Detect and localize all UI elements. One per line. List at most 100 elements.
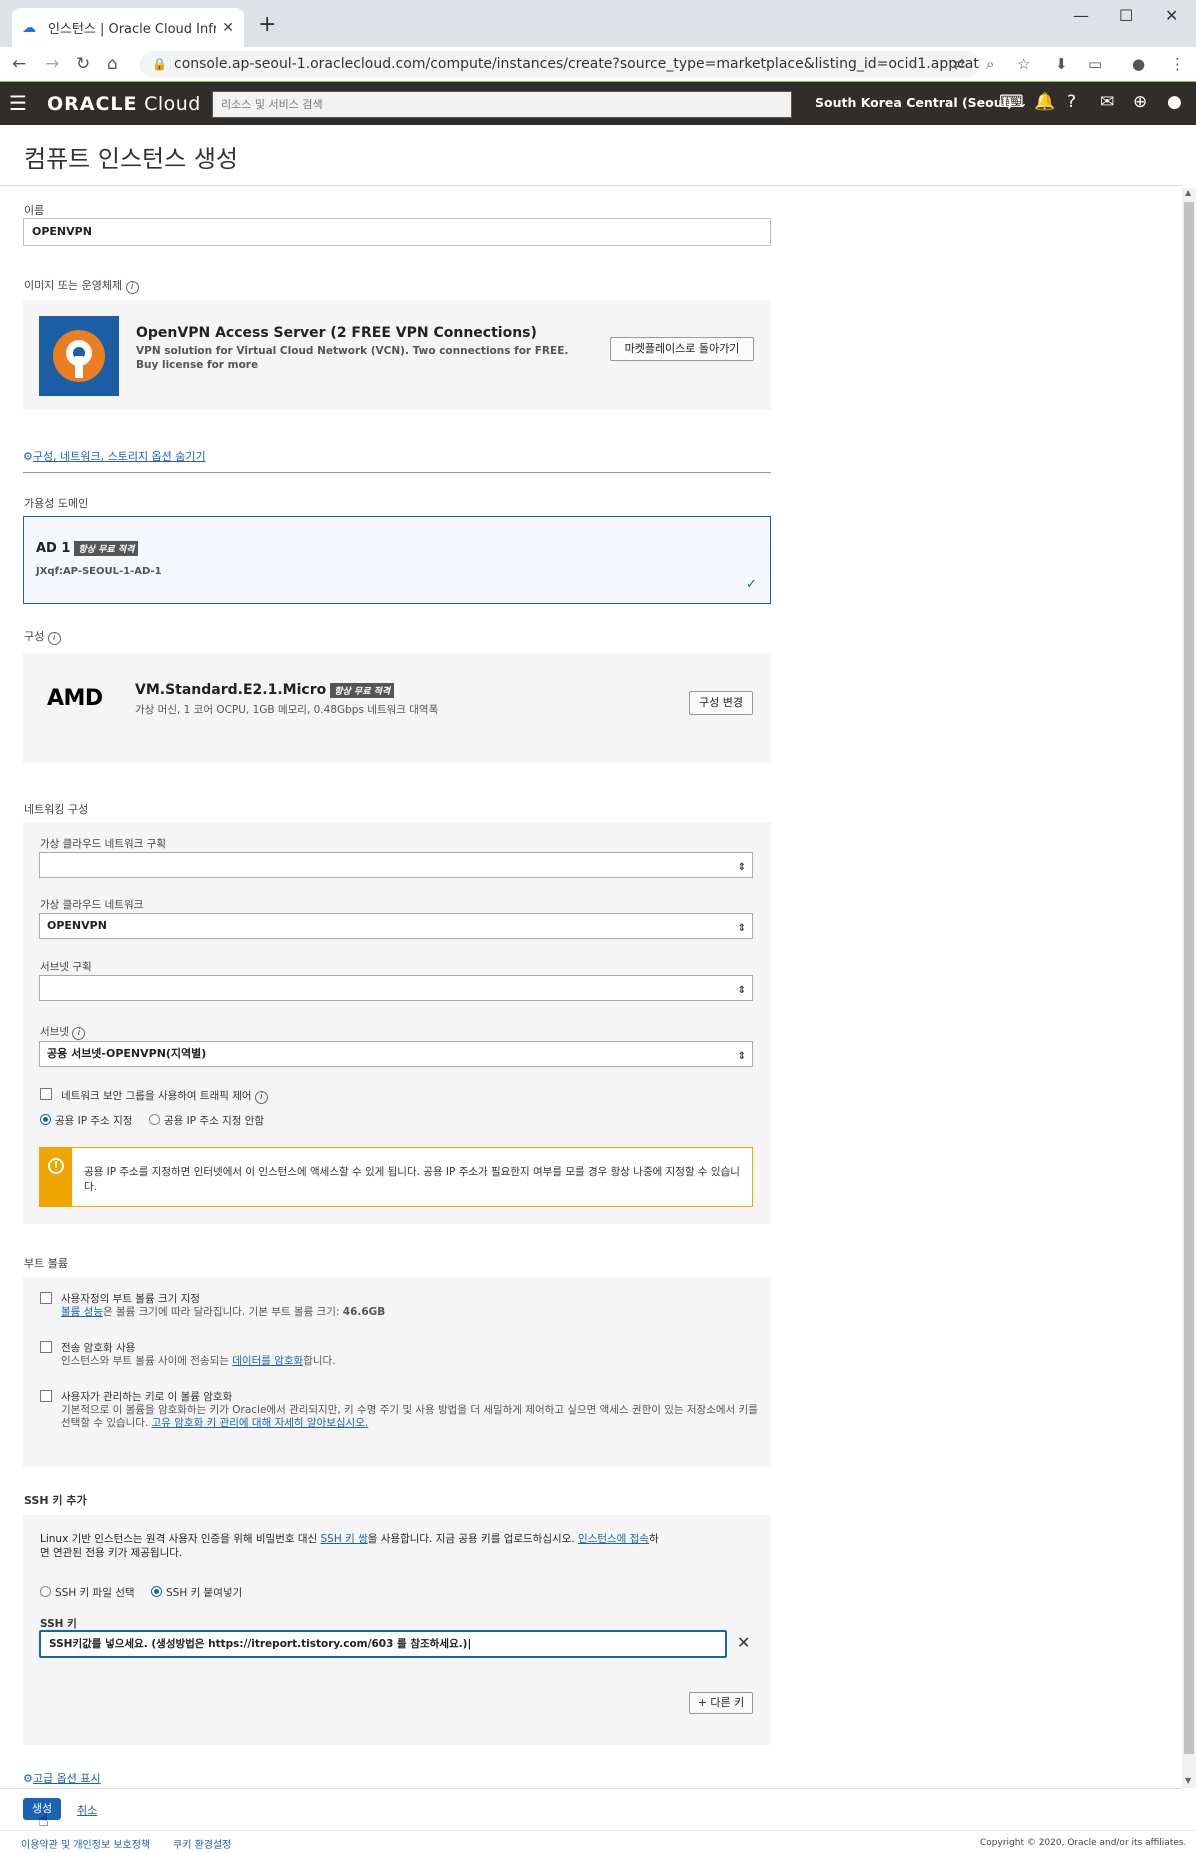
assign-public-ip-radio[interactable] — [40, 1114, 51, 1125]
vcn-compartment-select[interactable]: ⇕ — [39, 852, 753, 878]
scroll-up-icon[interactable]: ▲ — [1185, 188, 1191, 197]
encrypt-data-link[interactable]: 데이터를 암호화 — [232, 1355, 303, 1367]
image-description: VPN solution for Virtual Cloud Network (… — [136, 345, 569, 371]
back-to-marketplace-button[interactable]: 마켓플레이스로 돌아가기 — [610, 337, 754, 361]
customer-key-checkbox[interactable] — [40, 1390, 52, 1402]
help-icon[interactable]: ? — [1067, 92, 1076, 112]
profile-icon[interactable]: ● — [1132, 55, 1145, 73]
vcn-label: 가상 클라우드 네트워크 — [40, 899, 144, 911]
custom-boot-size-desc: 볼륨 성능은 볼륨 크기에 따라 달라집니다. 기본 부트 볼륨 크기: 46.… — [61, 1306, 386, 1318]
ssh-description: Linux 기반 인스턴스는 원격 사용자 인증을 위해 비밀번호 대신 SSH… — [40, 1533, 659, 1545]
no-public-ip-label: 공용 IP 주소 지정 안함 — [164, 1115, 265, 1127]
home-icon[interactable]: ⌂ — [107, 54, 118, 74]
lock-icon: 🔒 — [152, 57, 167, 71]
browser-tab[interactable]: ☁ 인스턴스 | Oracle Cloud Infrastr ✕ — [12, 8, 244, 47]
info-icon[interactable]: i — [72, 1027, 86, 1040]
menu-dots-icon[interactable]: ⋮ — [1170, 55, 1185, 73]
chat-icon[interactable]: ✉ — [1100, 92, 1114, 112]
ssh-file-label: SSH 키 파일 선택 — [55, 1587, 135, 1599]
forward-icon[interactable]: → — [45, 54, 59, 74]
translate-icon[interactable]: ⇄ — [953, 55, 966, 73]
info-icon[interactable]: i — [125, 281, 139, 294]
scrollbar-thumb[interactable] — [1184, 202, 1194, 1754]
warning-stripe: ! — [40, 1148, 72, 1206]
cancel-link[interactable]: 취소 — [77, 1802, 97, 1818]
zoom-icon[interactable]: ⌕ — [986, 55, 994, 73]
url-text: console.ap-seoul-1.oraclecloud.com/compu… — [174, 56, 980, 72]
ssh-keypair-link[interactable]: SSH 키 쌍 — [321, 1533, 368, 1545]
ssh-key-input[interactable]: SSH키값를 넣으세요. (생성방법은 https://itreport.tis… — [39, 1630, 727, 1658]
info-icon[interactable]: i — [47, 632, 61, 645]
ssh-file-radio[interactable] — [40, 1586, 51, 1597]
nsg-checkbox[interactable] — [40, 1088, 52, 1100]
page-scrollbar[interactable]: ▲ ▼ — [1182, 188, 1196, 1788]
subnet-compartment-select[interactable]: ⇕ — [39, 975, 753, 1001]
info-icon[interactable]: i — [254, 1091, 268, 1104]
download-extension-icon[interactable]: ⬇ — [1055, 55, 1068, 73]
close-tab-icon[interactable]: ✕ — [222, 20, 234, 36]
scroll-down-icon[interactable]: ▼ — [1185, 1776, 1191, 1785]
connect-instance-link[interactable]: 인스턴스에 접속 — [578, 1533, 649, 1545]
warning-text: 공용 IP 주소를 지정하면 인터넷에서 이 인스턴스에 액세스할 수 있게 됩… — [84, 1166, 740, 1193]
ssh-section-label: SSH 키 추가 — [24, 1494, 87, 1507]
custom-boot-size-checkbox[interactable] — [40, 1292, 52, 1304]
shape-name: VM.Standard.E2.1.Micro 항상 무료 적격 — [135, 682, 395, 698]
new-tab-icon[interactable]: + — [258, 12, 276, 37]
learn-key-management-link[interactable]: 고유 암호화 키 관리에 대해 자세히 알아보십시오. — [152, 1417, 369, 1429]
shape-description: 가상 머신, 1 코어 OCPU, 1GB 메모리, 0.48Gbps 네트워크… — [135, 704, 439, 716]
cloud-shell-icon[interactable]: ⌨ — [999, 92, 1024, 112]
transit-encryption-desc: 인스턴스와 부트 볼륨 사이에 전송되는 데이터를 암호화합니다. — [61, 1355, 336, 1367]
ssh-key-label: SSH 키 — [40, 1618, 77, 1630]
globe-icon[interactable]: ⊕ — [1133, 92, 1147, 112]
hamburger-menu-icon[interactable]: ☰ — [9, 91, 27, 115]
name-input[interactable]: OPENVPN — [23, 218, 771, 246]
warning-icon: ! — [48, 1158, 64, 1174]
window-close-icon[interactable]: ✕ — [1165, 6, 1178, 25]
availability-domain-label: 가용성 도메인 — [24, 497, 89, 510]
image-title: OpenVPN Access Server (2 FREE VPN Connec… — [136, 325, 537, 341]
bell-icon[interactable]: 🔔 — [1034, 92, 1055, 112]
image-section-label: 이미지 또는 운영체제 i — [24, 277, 139, 294]
url-field[interactable]: 🔒 console.ap-seoul-1.oraclecloud.com/com… — [140, 51, 980, 78]
amd-logo: AMD — [47, 686, 103, 711]
always-free-badge: 항상 무료 적격 — [330, 682, 395, 698]
bookmark-star-icon[interactable]: ☆ — [1017, 55, 1030, 73]
nsg-checkbox-label: 네트워크 보안 그룹을 사용하여 트래픽 제어 i — [61, 1088, 268, 1104]
networking-card: 가상 클라우드 네트워크 구획 ⇕ 가상 클라우드 네트워크 OPENVPN ⇕ … — [23, 822, 771, 1224]
ssh-paste-label: SSH 키 붙여넣기 — [166, 1587, 243, 1599]
subnet-label: 서브넷 i — [40, 1024, 86, 1040]
maximize-icon[interactable]: ☐ — [1119, 6, 1133, 25]
subnet-select[interactable]: 공용 서브넷-OPENVPN(지역별) ⇕ — [39, 1041, 753, 1067]
terms-link[interactable]: 이용약관 및 개인정보 보호정책 — [21, 1836, 150, 1851]
oracle-cloud-logo[interactable]: ORACLE Cloud — [47, 93, 201, 115]
ssh-paste-radio[interactable] — [151, 1586, 162, 1597]
user-icon[interactable]: ● — [1167, 92, 1182, 112]
cast-icon[interactable]: ▭ — [1088, 55, 1102, 73]
resource-search-input[interactable]: 리소스 및 서비스 검색 — [212, 91, 792, 118]
advanced-options-link[interactable]: ⚙고급 옵션 표시 — [23, 1770, 101, 1786]
cookie-preferences-link[interactable]: 쿠키 환경설정 — [173, 1836, 231, 1851]
availability-domain-card[interactable]: AD 1 항상 무료 적격 JXqf:AP-SEOUL-1-AD-1 ✓ — [23, 516, 771, 604]
openvpn-logo — [39, 316, 119, 396]
browser-tab-bar: ☁ 인스턴스 | Oracle Cloud Infrastr ✕ + — ☐ ✕ — [0, 0, 1196, 47]
divider — [23, 472, 771, 473]
address-bar: ← → ↻ ⌂ 🔒 console.ap-seoul-1.oraclecloud… — [0, 47, 1196, 82]
minimize-icon[interactable]: — — [1073, 6, 1089, 25]
reload-icon[interactable]: ↻ — [76, 54, 90, 74]
check-icon: ✓ — [746, 577, 757, 592]
select-arrows-icon: ⇕ — [737, 862, 746, 873]
shape-label: 구성 i — [24, 628, 61, 645]
no-public-ip-radio[interactable] — [149, 1114, 160, 1125]
shape-card: AMD VM.Standard.E2.1.Micro 항상 무료 적격 가상 머신… — [23, 653, 771, 763]
region-selector[interactable]: South Korea Central (Seoul) ⌄ — [815, 95, 1027, 110]
volume-performance-link[interactable]: 볼륨 성능 — [61, 1306, 103, 1318]
change-shape-button[interactable]: 구성 변경 — [689, 691, 753, 715]
collapse-options-link[interactable]: ⚙구성, 네트워크, 스토리지 옵션 숨기기 — [23, 448, 206, 464]
back-icon[interactable]: ← — [12, 54, 26, 74]
clear-key-icon[interactable]: ✕ — [737, 1633, 750, 1652]
settings-icon: ⚙ — [23, 1772, 33, 1785]
vcn-select[interactable]: OPENVPN ⇕ — [39, 913, 753, 939]
add-another-key-button[interactable]: + 다른 키 — [689, 1692, 753, 1714]
ssh-card: Linux 기반 인스턴스는 원격 사용자 인증을 위해 비밀번호 대신 SSH… — [23, 1515, 771, 1745]
transit-encryption-checkbox[interactable] — [40, 1341, 52, 1353]
